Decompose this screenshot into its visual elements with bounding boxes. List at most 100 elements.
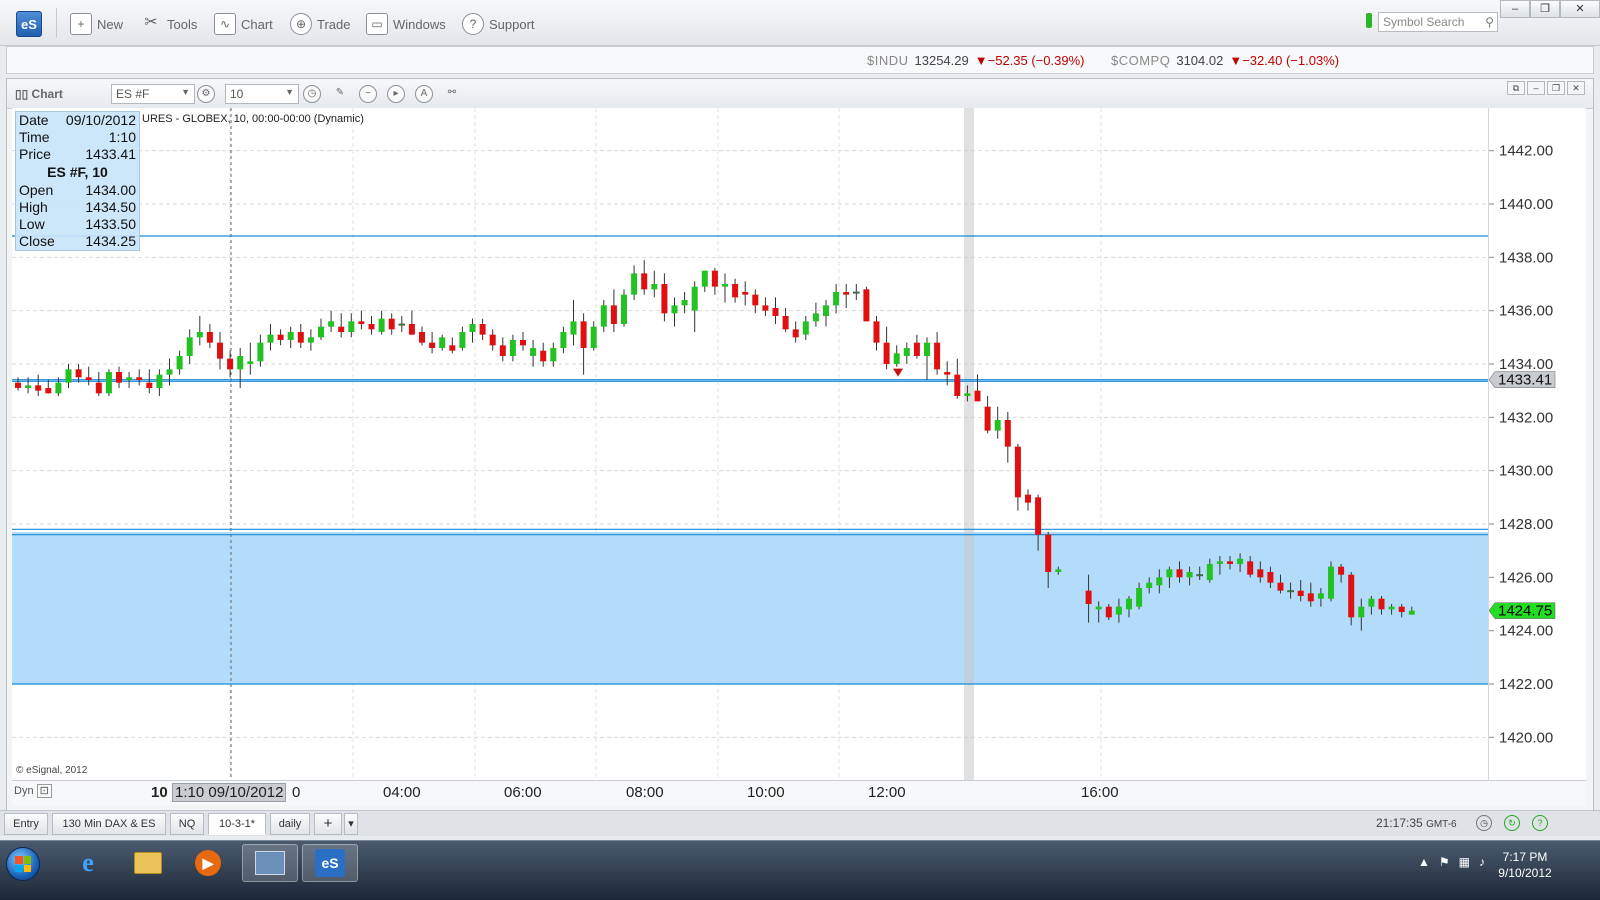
candle	[782, 308, 789, 332]
dw-high-row: High 1434.50	[16, 199, 139, 216]
candle	[560, 326, 567, 354]
dw-value: 09/10/2012	[65, 112, 136, 128]
clock-date: 9/10/2012	[1498, 866, 1552, 880]
file-explorer-icon[interactable]	[120, 844, 176, 882]
page-tab-bar: Entry 130 Min DAX & ES NQ 10-3-1* daily …	[0, 810, 1600, 836]
clock-icon[interactable]: ◷	[303, 85, 321, 103]
windows-button[interactable]: ▭ Windows	[366, 12, 446, 36]
candle-body-down	[641, 273, 648, 290]
esignal-logo[interactable]: eS	[16, 11, 42, 37]
text-tool-icon[interactable]: A	[415, 85, 433, 103]
esignal-taskbar-button[interactable]: eS	[302, 844, 358, 882]
clock-time: 7:17 PM	[1502, 850, 1548, 864]
dw-label: Time	[19, 129, 50, 145]
close-button[interactable]: ✕	[1560, 0, 1600, 18]
new-button[interactable]: + New	[70, 12, 123, 36]
tab-daily[interactable]: daily	[270, 813, 310, 835]
tab-nq[interactable]: NQ	[170, 813, 204, 835]
chevron-down-icon[interactable]: ▼	[285, 87, 294, 97]
ticker-compq[interactable]: $COMPQ 3104.02 ▼−32.40 (−1.03%)	[1111, 53, 1339, 68]
action-center-icon[interactable]: ⚑	[1439, 855, 1450, 869]
panel-icon: ▯▯	[15, 87, 32, 101]
link-icon[interactable]: ⚯	[443, 85, 461, 103]
help-icon: ?	[462, 13, 484, 35]
internet-explorer-icon[interactable]: e	[60, 844, 116, 882]
minimize-button[interactable]: –	[1500, 0, 1530, 18]
lock-icon[interactable]: ⊡	[36, 784, 52, 798]
study-icon[interactable]: ~	[359, 85, 377, 103]
candle-body-down	[116, 372, 122, 383]
candle	[247, 342, 254, 375]
chart-info-line: URES - GLOBEX, 10, 00:00-00:00 (Dynamic)	[142, 113, 364, 125]
chevron-down-icon[interactable]: ▼	[181, 87, 190, 97]
restore-button[interactable]: ❐	[1530, 0, 1560, 18]
help-icon[interactable]: ?	[1532, 815, 1548, 831]
tab-130-min-dax-es[interactable]: 130 Min DAX & ES	[52, 813, 166, 835]
support-button[interactable]: ? Support	[462, 12, 535, 36]
candle-body-up	[1358, 606, 1365, 618]
candle-body-up	[318, 326, 324, 338]
candle-body-down	[1267, 572, 1274, 583]
ticker-change: ▼−52.35 (−0.39%)	[974, 53, 1085, 68]
candle-body-up	[1216, 561, 1223, 564]
candle-body-up	[1196, 574, 1203, 577]
volume-icon[interactable]: ♪	[1479, 855, 1485, 869]
network-app-icon[interactable]	[242, 844, 298, 882]
chart-close-button[interactable]: ✕	[1567, 81, 1585, 95]
chart-plot-area[interactable]	[12, 108, 1488, 780]
start-button[interactable]	[6, 847, 40, 881]
chart-restore-button[interactable]: ❐	[1547, 81, 1565, 95]
search-icon[interactable]: ⚲	[1485, 15, 1494, 29]
candle	[883, 326, 890, 370]
clock-icon[interactable]: ◷	[1476, 815, 1492, 831]
candlestick-chart[interactable]	[12, 108, 1488, 780]
candle-body-down	[1035, 497, 1042, 535]
x-label-day: 10	[151, 784, 168, 801]
tab-menu-button[interactable]: ▾	[344, 813, 358, 835]
refresh-icon[interactable]: ↻	[1504, 815, 1520, 831]
media-player-icon[interactable]: ▶	[180, 844, 236, 882]
pencil-icon[interactable]: ✎	[331, 85, 349, 103]
add-tab-button[interactable]: +	[314, 813, 342, 835]
tab-10-3-1[interactable]: 10-3-1*	[208, 813, 266, 835]
candle-body-up	[469, 324, 476, 332]
candle	[398, 316, 406, 332]
play-icon[interactable]: ▸	[387, 85, 405, 103]
candle-body-down	[1307, 593, 1314, 602]
chart-detach-button[interactable]: ⧉	[1507, 81, 1525, 95]
symbol-search-input[interactable]: Symbol Search ⚲	[1378, 12, 1498, 32]
candle-body-up	[25, 385, 32, 388]
network-icon[interactable]: ▦	[1459, 855, 1470, 869]
ticker-indu[interactable]: $INDU 13254.29 ▼−52.35 (−0.39%)	[867, 53, 1084, 68]
symbol-field[interactable]: ES #F ▼	[111, 84, 195, 104]
interval-field[interactable]: 10 ▼	[225, 84, 299, 104]
candle-body-up	[924, 342, 930, 356]
candle	[479, 318, 486, 340]
candle-body-down	[913, 342, 920, 356]
candle	[95, 372, 102, 396]
tray-expand-icon[interactable]: ▲	[1418, 855, 1430, 869]
tab-entry[interactable]: Entry	[4, 813, 48, 835]
candle-body-up	[328, 321, 335, 327]
settings-icon[interactable]: ⚙	[197, 85, 215, 103]
ticker-value: 13254.29	[914, 53, 969, 68]
dw-label: Close	[19, 233, 55, 249]
window-controls: – ❐ ✕	[1500, 0, 1600, 18]
dyn-toggle[interactable]: Dyn ⊡	[14, 784, 52, 798]
price-axis[interactable]: 1442.00 1440.00 1438.00 1436.00 1434.00 1432.…	[1488, 108, 1586, 780]
candle-body-up	[570, 321, 577, 335]
chart-minimize-button[interactable]: –	[1527, 81, 1545, 95]
tools-button[interactable]: ✂ Tools	[140, 12, 197, 36]
candle-body-up	[257, 342, 264, 362]
symbol-search-placeholder: Symbol Search	[1383, 15, 1465, 29]
candle	[176, 350, 183, 375]
candle	[610, 289, 617, 332]
x-tick-label: 08:00	[626, 784, 664, 801]
candle-body-up	[1388, 606, 1395, 610]
chart-button[interactable]: ∿ Chart	[214, 12, 273, 36]
candle	[711, 268, 718, 295]
trade-button[interactable]: ⊕ Trade	[290, 12, 350, 36]
ticker-symbol: $COMPQ	[1111, 53, 1171, 68]
system-clock[interactable]: 7:17 PM 9/10/2012	[1490, 849, 1560, 881]
y-tick-label: 1432.00	[1499, 409, 1553, 426]
